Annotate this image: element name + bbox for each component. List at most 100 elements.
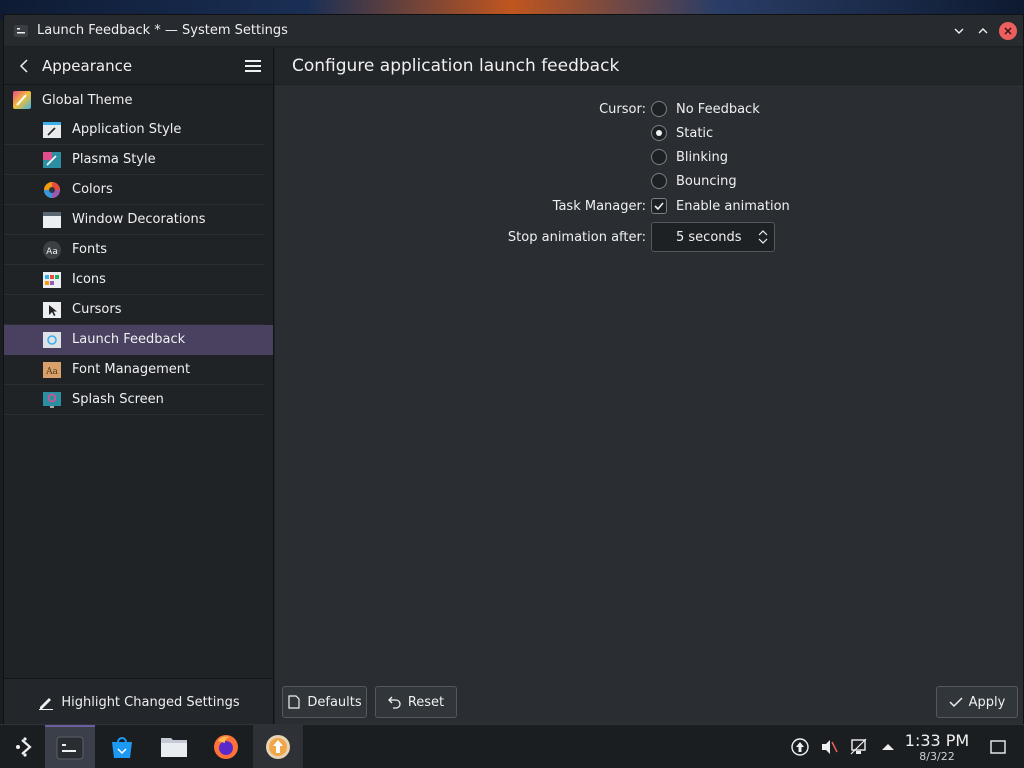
radio-button[interactable] [651, 125, 667, 141]
tray-update-icon[interactable] [790, 737, 810, 757]
task-manager-label: Task Manager: [552, 198, 646, 214]
back-button[interactable] [16, 58, 32, 74]
window-decorations-icon [42, 210, 62, 230]
sidebar-item-label: Colors [72, 182, 113, 197]
window-title: Launch Feedback * — System Settings [37, 23, 288, 38]
clock-date: 8/3/22 [919, 750, 955, 763]
radio-button[interactable] [651, 173, 667, 189]
close-button[interactable] [999, 21, 1017, 40]
sidebar-item-font-management[interactable]: Aa Font Management [4, 355, 265, 385]
sidebar: Appearance Global Theme Application Styl… [4, 48, 274, 725]
title-bar[interactable]: Launch Feedback * — System Settings [4, 15, 1023, 47]
radio-label: Blinking [676, 149, 729, 165]
stop-animation-label: Stop animation after: [507, 229, 646, 245]
pencil-icon [37, 693, 55, 711]
colors-icon [42, 180, 62, 200]
sidebar-item-plasma-style[interactable]: Plasma Style [4, 145, 265, 175]
enable-animation-checkbox-row[interactable]: Enable animation [651, 195, 790, 217]
update-icon [266, 735, 290, 759]
tray-expand-icon[interactable] [878, 737, 898, 757]
splash-screen-icon [42, 390, 62, 410]
sidebar-header: Appearance [4, 48, 273, 85]
taskbar: 1:33 PM 8/3/22 [0, 724, 1024, 768]
maximize-button[interactable] [973, 21, 993, 41]
spinbox-arrows[interactable] [756, 229, 770, 245]
taskbar-updater[interactable] [253, 725, 303, 768]
app-icon[interactable] [13, 23, 29, 39]
highlight-changed-settings-label: Highlight Changed Settings [61, 694, 240, 710]
sidebar-item-label: Splash Screen [72, 392, 164, 407]
checkmark-icon [949, 695, 963, 709]
apply-button[interactable]: Apply [936, 686, 1018, 718]
minimize-button[interactable] [949, 21, 969, 41]
chevron-up-icon [758, 230, 768, 236]
global-theme-icon [12, 90, 32, 110]
hamburger-icon [245, 60, 261, 72]
taskbar-file-manager[interactable] [149, 725, 199, 768]
sidebar-item-label: Fonts [72, 242, 108, 257]
volume-muted-icon[interactable] [819, 737, 839, 757]
svg-text:Aa: Aa [45, 367, 58, 377]
radio-label: No Feedback [676, 101, 760, 117]
fonts-icon: Aa [42, 240, 62, 260]
show-desktop-icon[interactable] [988, 737, 1008, 757]
stop-animation-value[interactable]: 5 seconds [652, 230, 756, 245]
sidebar-item-label: Font Management [72, 362, 191, 377]
radio-no-feedback[interactable]: No Feedback [651, 98, 760, 120]
plasma-style-icon [42, 150, 62, 170]
undo-icon [387, 695, 402, 709]
sidebar-item-cursors[interactable]: Cursors [4, 295, 265, 325]
sidebar-item-global-theme[interactable]: Global Theme [4, 85, 273, 115]
icons-icon [42, 270, 62, 290]
radio-static[interactable]: Static [651, 122, 713, 144]
document-icon [287, 695, 301, 709]
taskbar-system-settings[interactable] [45, 725, 95, 768]
sidebar-item-application-style[interactable]: Application Style [4, 115, 265, 145]
radio-button[interactable] [651, 101, 667, 117]
sidebar-item-label: Global Theme [42, 92, 133, 108]
checkmark-icon [654, 202, 664, 211]
sidebar-item-label: Icons [72, 272, 106, 287]
main-header: Configure application launch feedback [275, 48, 1023, 85]
chevron-down-icon [758, 238, 768, 244]
page-title: Configure application launch feedback [292, 56, 620, 76]
sidebar-item-label: Cursors [72, 302, 122, 317]
enable-animation-checkbox[interactable] [651, 198, 667, 214]
cursors-icon [42, 300, 62, 320]
reset-button[interactable]: Reset [375, 686, 457, 718]
taskbar-firefox[interactable] [201, 725, 251, 768]
sidebar-item-launch-feedback[interactable]: Launch Feedback [4, 325, 273, 355]
sidebar-item-window-decorations[interactable]: Window Decorations [4, 205, 265, 235]
launch-feedback-icon [42, 330, 62, 350]
system-settings-window: Launch Feedback * — System Settings Appe… [3, 14, 1024, 725]
hamburger-menu-button[interactable] [243, 56, 263, 76]
defaults-button[interactable]: Defaults [282, 686, 367, 718]
svg-text:Aa: Aa [46, 247, 58, 257]
application-launcher-icon [16, 737, 32, 757]
radio-label: Bouncing [676, 173, 737, 189]
radio-button[interactable] [651, 149, 667, 165]
radio-blinking[interactable]: Blinking [651, 146, 728, 168]
discover-store-icon [112, 737, 132, 758]
clock[interactable]: 1:33 PM 8/3/22 [900, 731, 974, 763]
radio-bouncing[interactable]: Bouncing [651, 170, 737, 192]
sidebar-nav-list: Global Theme Application Style Plasma St… [4, 85, 273, 415]
highlight-changed-settings-button[interactable]: Highlight Changed Settings [4, 678, 273, 725]
application-style-icon [42, 120, 62, 140]
chevron-left-icon [19, 59, 28, 73]
sidebar-item-label: Window Decorations [72, 212, 206, 227]
taskbar-discover[interactable] [97, 725, 147, 768]
sidebar-item-label: Plasma Style [72, 152, 156, 167]
sidebar-item-icons[interactable]: Icons [4, 265, 265, 295]
network-icon[interactable] [849, 737, 869, 757]
sidebar-item-label: Launch Feedback [72, 332, 186, 347]
system-settings-icon [56, 736, 84, 760]
sidebar-header-title[interactable]: Appearance [42, 57, 243, 75]
font-management-icon: Aa [42, 360, 62, 380]
sidebar-item-fonts[interactable]: Aa Fonts [4, 235, 265, 265]
sidebar-item-colors[interactable]: Colors [4, 175, 265, 205]
clock-time: 1:33 PM [904, 731, 970, 750]
stop-animation-spinbox[interactable]: 5 seconds [651, 222, 775, 252]
application-launcher-button[interactable] [0, 725, 50, 768]
sidebar-item-splash-screen[interactable]: Splash Screen [4, 385, 265, 415]
